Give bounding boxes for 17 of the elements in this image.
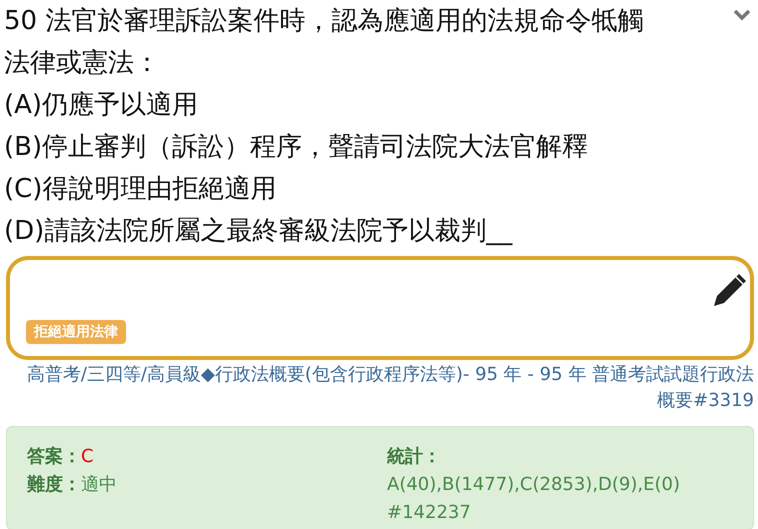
answer-option: (C)得說明理由拒絕適用 [4,168,754,210]
difficulty-label: 難度： [27,473,81,497]
source-link[interactable]: 高普考/三四等/高員級◆行政法概要(包含行政程序法等)- 95 年 - 95 年 普通考試試題行政法概要#3319 [4,360,754,414]
tag[interactable]: 拒絕適用法律 [26,320,126,344]
difficulty-value: 適中 [81,473,117,497]
answer-label: 答案： [27,445,81,469]
answer-option: (D)請該法院所屬之最終審級法院予以裁判__ [4,210,754,252]
answer-option: (B)停止審判（訴訟）程序，聲請司法院大法官解釋 [4,126,754,168]
question-id: #142237 [387,501,471,525]
stats-value: A(40),B(1477),C(2853),D(9),E(0) [387,473,680,497]
answer-value: C [81,445,94,469]
question-text: 50 法官於審理訴訟案件時，認為應適用的法規命令牴觸法律或憲法： [4,5,644,80]
pencil-icon[interactable] [712,272,748,308]
chevron-icon[interactable] [732,8,752,22]
stats-label: 統計： [387,445,441,469]
note-box[interactable]: 拒絕適用法律 [6,256,754,360]
answer-option: (A)仍應予以適用 [4,84,754,126]
